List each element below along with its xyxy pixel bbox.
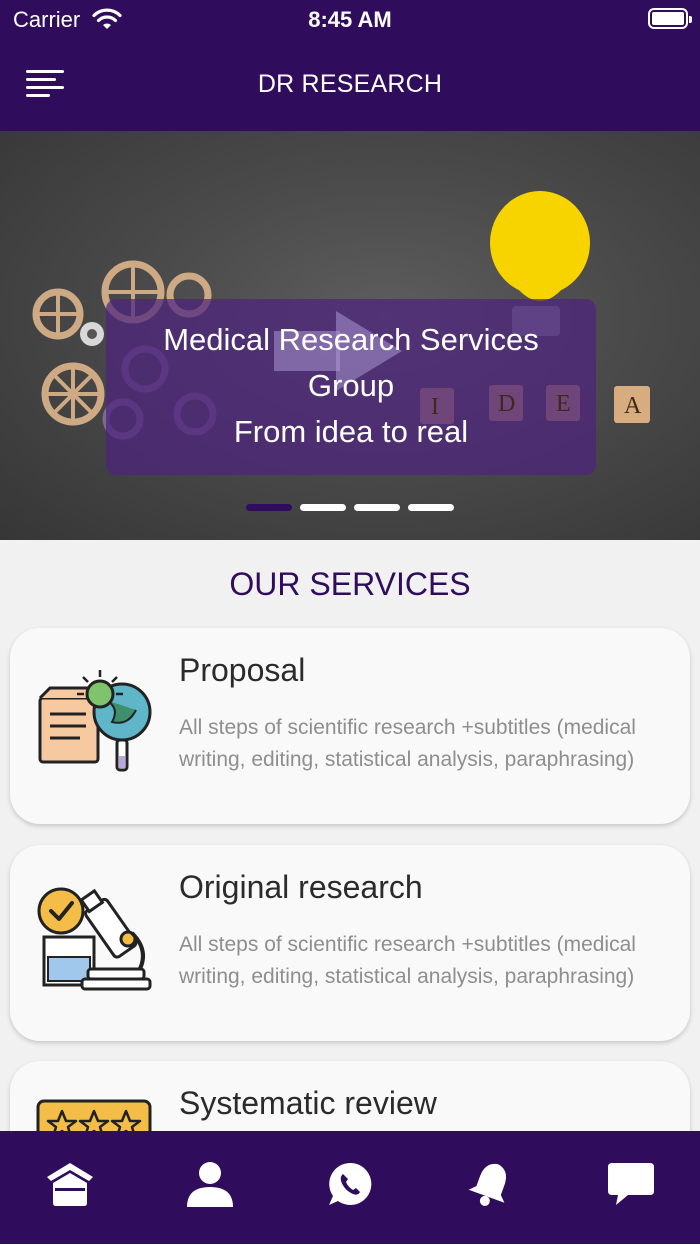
carousel-dot-1[interactable] bbox=[246, 504, 292, 511]
bottom-nav bbox=[0, 1131, 700, 1244]
service-card-proposal[interactable]: Proposal All steps of scientific researc… bbox=[10, 628, 690, 824]
service-card-original-research[interactable]: Original research All steps of scientifi… bbox=[10, 845, 690, 1041]
tile-d: D bbox=[498, 391, 516, 417]
carousel-dot-2[interactable] bbox=[300, 504, 346, 511]
service-title: Original research bbox=[179, 869, 423, 905]
chat-icon[interactable] bbox=[606, 1159, 656, 1209]
battery-icon bbox=[648, 8, 692, 29]
tile-i: I bbox=[431, 394, 439, 420]
service-description: All steps of scientific research +subtit… bbox=[179, 716, 636, 771]
banner-carousel[interactable]: Medical Research Services Group From ide… bbox=[0, 131, 700, 540]
service-description: All steps of scientific research +subtit… bbox=[179, 933, 636, 988]
service-title: Systematic review bbox=[179, 1085, 437, 1121]
tile-a: A bbox=[624, 393, 642, 419]
document-virus-globe-icon bbox=[38, 670, 152, 772]
bell-icon[interactable] bbox=[466, 1159, 516, 1209]
clock: 8:45 AM bbox=[308, 7, 392, 32]
top-bar: Carrier 8:45 AM DR RESEARCH bbox=[0, 0, 700, 131]
carousel-dot-4[interactable] bbox=[408, 504, 454, 511]
tile-e: E bbox=[556, 391, 571, 417]
microscope-icon bbox=[37, 887, 152, 991]
idea-tiles: I D E A bbox=[0, 131, 700, 540]
whatsapp-icon[interactable] bbox=[325, 1159, 375, 1209]
status-bar: Carrier 8:45 AM bbox=[0, 0, 700, 40]
service-title: Proposal bbox=[179, 652, 306, 688]
app-title: DR RESEARCH bbox=[257, 70, 443, 98]
user-icon[interactable] bbox=[185, 1159, 235, 1209]
services-heading: OUR SERVICES bbox=[229, 566, 471, 602]
home-icon[interactable] bbox=[45, 1159, 95, 1209]
carousel-dot-3[interactable] bbox=[354, 504, 400, 511]
